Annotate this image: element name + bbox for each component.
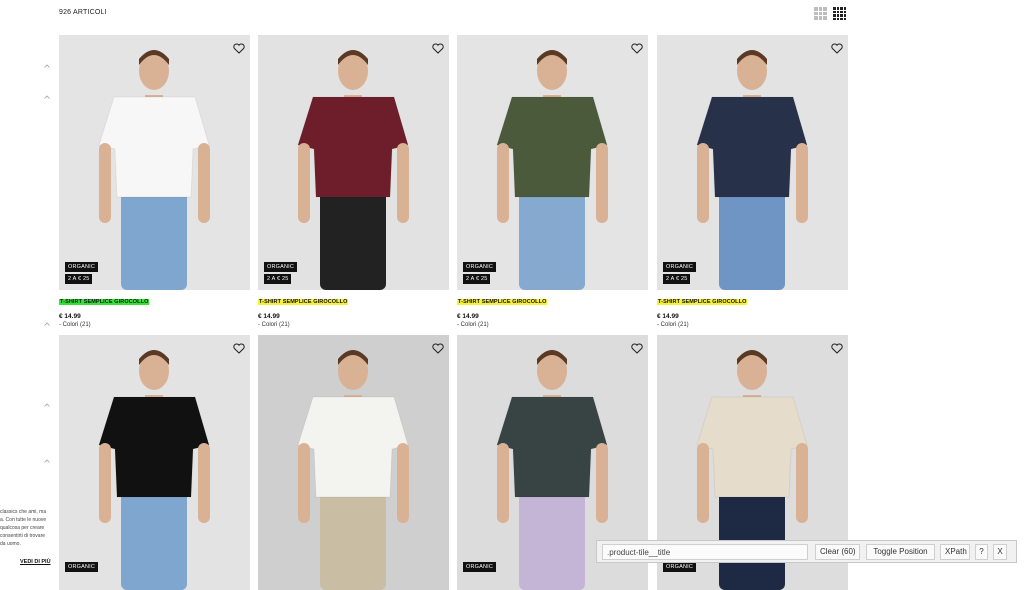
organic-badge: ORGANIC <box>663 562 697 572</box>
color-count[interactable]: - Colori (21) <box>59 322 250 328</box>
close-button[interactable]: X <box>993 544 1007 560</box>
article-count: 926 ARTICOLI <box>59 9 107 16</box>
organic-badge: ORGANIC <box>463 262 497 272</box>
product-card[interactable]: ORGANIC 2 A € 25 T-SHIRT SEMPLICE GIROCOLL… <box>657 35 848 328</box>
heart-icon[interactable] <box>831 343 843 354</box>
product-title[interactable]: T-SHIRT SEMPLICE GIROCOLLO <box>457 299 548 305</box>
organic-badge: ORGANIC <box>65 262 99 272</box>
product-card[interactable]: ORGANIC 2 A € 25 T-SHIRT SEMPLICE GIROCOLL… <box>59 35 250 328</box>
promo-badge: 2 A € 25 <box>663 274 691 284</box>
product-card[interactable] <box>258 335 449 590</box>
heart-icon[interactable] <box>432 343 444 354</box>
product-title[interactable]: T-SHIRT SEMPLICE GIROCOLLO <box>657 299 748 305</box>
heart-icon[interactable] <box>233 43 245 54</box>
heart-icon[interactable] <box>631 43 643 54</box>
product-image[interactable]: ORGANIC 2 A € 25 <box>457 35 648 290</box>
model-figure <box>696 50 808 290</box>
organic-badge: ORGANIC <box>463 562 497 572</box>
product-image[interactable]: ORGANIC 2 A € 25 <box>657 35 848 290</box>
chevron-up-icon[interactable] <box>44 95 50 101</box>
toggle-position-button[interactable]: Toggle Position <box>866 544 935 560</box>
selector-inspector-toolbar: Clear (60) Toggle Position XPath ? X <box>596 540 1017 563</box>
organic-badge: ORGANIC <box>65 562 99 572</box>
product-title[interactable]: T-SHIRT SEMPLICE GIROCOLLO <box>59 299 150 305</box>
description-line: qualcosa per creare <box>0 525 45 531</box>
model-figure <box>297 350 409 590</box>
description-line: a. Con tutte le nuove <box>0 517 47 523</box>
organic-badge: ORGANIC <box>264 262 298 272</box>
promo-badge: 2 A € 25 <box>65 274 93 284</box>
product-title[interactable]: T-SHIRT SEMPLICE GIROCOLLO <box>258 299 349 305</box>
heart-icon[interactable] <box>831 43 843 54</box>
description-line: consentirti di trovare <box>0 533 46 539</box>
selector-input[interactable] <box>602 544 808 560</box>
product-image[interactable]: ORGANIC 2 A € 25 <box>258 35 449 290</box>
see-more-link[interactable]: VEDI DI PIÙ <box>20 559 51 565</box>
listing-header: 926 ARTICOLI <box>0 0 1024 30</box>
product-price: € 14.99 <box>258 313 280 320</box>
product-image[interactable]: ORGANIC 2 A € 25 <box>59 35 250 290</box>
product-price: € 14.99 <box>59 313 81 320</box>
model-figure <box>496 50 608 290</box>
heart-icon[interactable] <box>233 343 245 354</box>
clear-button[interactable]: Clear (60) <box>815 544 860 560</box>
chevron-up-icon[interactable] <box>44 403 50 409</box>
product-card[interactable]: ORGANIC <box>59 335 250 590</box>
chevron-up-icon[interactable] <box>44 322 50 328</box>
heart-icon[interactable] <box>432 43 444 54</box>
product-card[interactable]: ORGANIC 2 A € 25 T-SHIRT SEMPLICE GIROCOLL… <box>457 35 648 328</box>
promo-badge: 2 A € 25 <box>264 274 292 284</box>
product-card[interactable]: ORGANIC 2 A € 25 T-SHIRT SEMPLICE GIROCOLL… <box>258 35 449 328</box>
color-count[interactable]: - Colori (21) <box>657 322 848 328</box>
grid-large-icon[interactable] <box>814 7 827 20</box>
heart-icon[interactable] <box>631 343 643 354</box>
product-price: € 14.99 <box>657 313 679 320</box>
chevron-up-icon[interactable] <box>44 64 50 70</box>
product-image[interactable] <box>258 335 449 590</box>
grid-small-icon[interactable] <box>833 7 846 20</box>
promo-badge: 2 A € 25 <box>463 274 491 284</box>
description-line: da uomo. <box>0 541 21 547</box>
category-description: classics che ami, ma a. Con tutte le nuo… <box>0 508 54 548</box>
product-price: € 14.99 <box>457 313 479 320</box>
xpath-button[interactable]: XPath <box>940 544 970 560</box>
color-count[interactable]: - Colori (21) <box>258 322 449 328</box>
product-image[interactable]: ORGANIC <box>59 335 250 590</box>
chevron-up-icon[interactable] <box>44 459 50 465</box>
color-count[interactable]: - Colori (21) <box>457 322 648 328</box>
organic-badge: ORGANIC <box>663 262 697 272</box>
model-figure <box>297 50 409 290</box>
description-line: classics che ami, ma <box>0 509 47 515</box>
model-figure <box>98 350 210 590</box>
help-button[interactable]: ? <box>975 544 988 560</box>
model-figure <box>98 50 210 290</box>
